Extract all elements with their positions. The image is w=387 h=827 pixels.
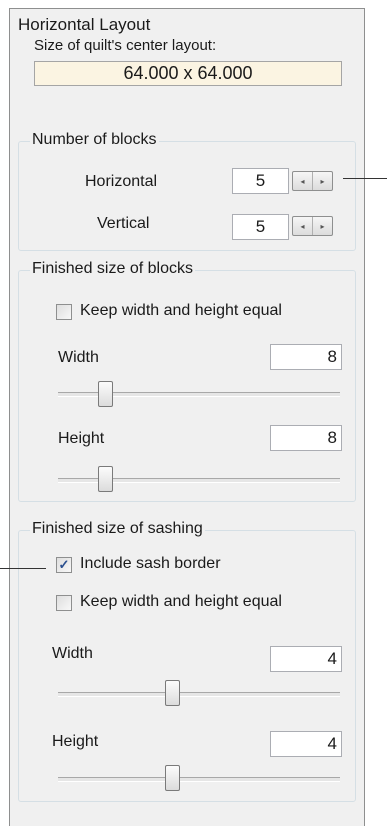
- block-height-input[interactable]: 8: [270, 425, 342, 451]
- vertical-blocks-input[interactable]: 5: [232, 214, 289, 240]
- decrement-arrow-icon[interactable]: ◂: [293, 217, 312, 235]
- block-width-label: Width: [58, 349, 99, 366]
- block-height-slider-thumb[interactable]: [98, 466, 114, 492]
- sash-width-input[interactable]: 4: [270, 646, 342, 672]
- increment-arrow-icon[interactable]: ▸: [312, 172, 332, 190]
- sash-height-slider-track[interactable]: [58, 777, 340, 782]
- sash-width-label: Width: [52, 645, 93, 662]
- block-width-input[interactable]: 8: [270, 344, 342, 370]
- block-keep-equal-label: Keep width and height equal: [80, 302, 282, 319]
- sashing-title: Finished size of sashing: [30, 520, 205, 538]
- block-size-title: Finished size of blocks: [30, 260, 195, 278]
- increment-arrow-icon[interactable]: ▸: [312, 217, 332, 235]
- callout-line-blocks: [343, 178, 387, 179]
- block-height-label: Height: [58, 430, 105, 447]
- decrement-arrow-icon[interactable]: ◂: [293, 172, 312, 190]
- center-layout-label: Size of quilt's center layout:: [34, 37, 217, 54]
- center-layout-size-readout: 64.000 x 64.000: [34, 61, 342, 86]
- block-width-slider-thumb[interactable]: [98, 381, 114, 407]
- sash-height-slider-thumb[interactable]: [164, 765, 180, 791]
- horizontal-blocks-label: Horizontal: [85, 173, 158, 190]
- horizontal-blocks-spinner[interactable]: ◂ ▸: [292, 171, 333, 191]
- sash-height-label: Height: [52, 733, 99, 750]
- number-of-blocks-title: Number of blocks: [30, 131, 159, 149]
- include-sash-border-label: Include sash border: [80, 555, 221, 572]
- sash-height-input[interactable]: 4: [270, 731, 342, 757]
- include-sash-border-checkbox[interactable]: ✓: [56, 557, 72, 573]
- sash-keep-equal-label: Keep width and height equal: [80, 593, 282, 610]
- block-keep-equal-checkbox[interactable]: [56, 304, 72, 320]
- sash-width-slider-track[interactable]: [58, 692, 340, 697]
- vertical-blocks-spinner[interactable]: ◂ ▸: [292, 216, 333, 236]
- sash-keep-equal-checkbox[interactable]: [56, 595, 72, 611]
- panel-title: Horizontal Layout: [18, 15, 151, 34]
- vertical-blocks-label: Vertical: [97, 215, 150, 232]
- horizontal-blocks-input[interactable]: 5: [232, 168, 289, 194]
- sash-width-slider-thumb[interactable]: [164, 680, 180, 706]
- callout-line-sash-border: [0, 568, 46, 569]
